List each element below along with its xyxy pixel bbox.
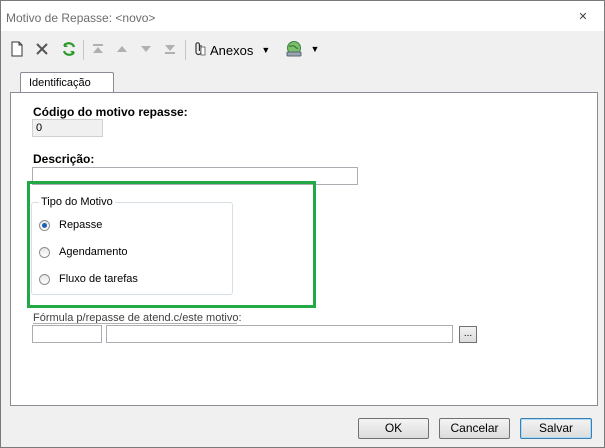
chevron-down-icon[interactable]: ▼: [308, 39, 322, 59]
attachments-label: Anexos: [210, 42, 254, 58]
paperclip-icon: [192, 41, 206, 60]
chevron-down-icon[interactable]: ▼: [261, 45, 270, 55]
window-title: Motivo de Repasse: <novo>: [6, 11, 156, 25]
cancel-button[interactable]: Cancelar: [439, 418, 510, 439]
highlight-box: [27, 181, 316, 308]
codigo-value: 0: [36, 122, 43, 134]
title-bar: Motivo de Repasse: <novo> ✕: [1, 1, 604, 31]
toolbar-separator: [83, 40, 84, 60]
toolbar-separator: [185, 40, 186, 60]
formula-code-input[interactable]: [32, 325, 102, 343]
codigo-label: Código do motivo repasse:: [33, 105, 188, 119]
descricao-label: Descrição:: [33, 152, 95, 166]
new-document-icon[interactable]: [7, 39, 27, 59]
next-record-icon[interactable]: [136, 39, 156, 59]
codigo-field[interactable]: 0: [32, 119, 103, 137]
attachments-button[interactable]: Anexos ▼: [192, 40, 270, 60]
save-button[interactable]: Salvar: [520, 418, 592, 439]
first-record-icon[interactable]: [88, 39, 108, 59]
refresh-icon[interactable]: [59, 39, 79, 59]
browse-button[interactable]: ...: [459, 326, 477, 343]
ok-button[interactable]: OK: [358, 418, 429, 439]
previous-record-icon[interactable]: [112, 39, 132, 59]
toolbar: Anexos ▼ ▼: [1, 35, 604, 63]
formula-divider: [33, 323, 237, 324]
tab-identificacao[interactable]: Identificação: [20, 72, 114, 93]
close-button[interactable]: ✕: [576, 10, 590, 24]
formula-description-input[interactable]: [106, 325, 453, 343]
delete-icon[interactable]: [32, 39, 52, 59]
tab-label: Identificação: [29, 77, 91, 89]
last-record-icon[interactable]: [160, 39, 180, 59]
globe-icon[interactable]: [282, 39, 306, 59]
dialog-window: Motivo de Repasse: <novo> ✕ Anexos ▼ ▼ I…: [0, 0, 605, 448]
